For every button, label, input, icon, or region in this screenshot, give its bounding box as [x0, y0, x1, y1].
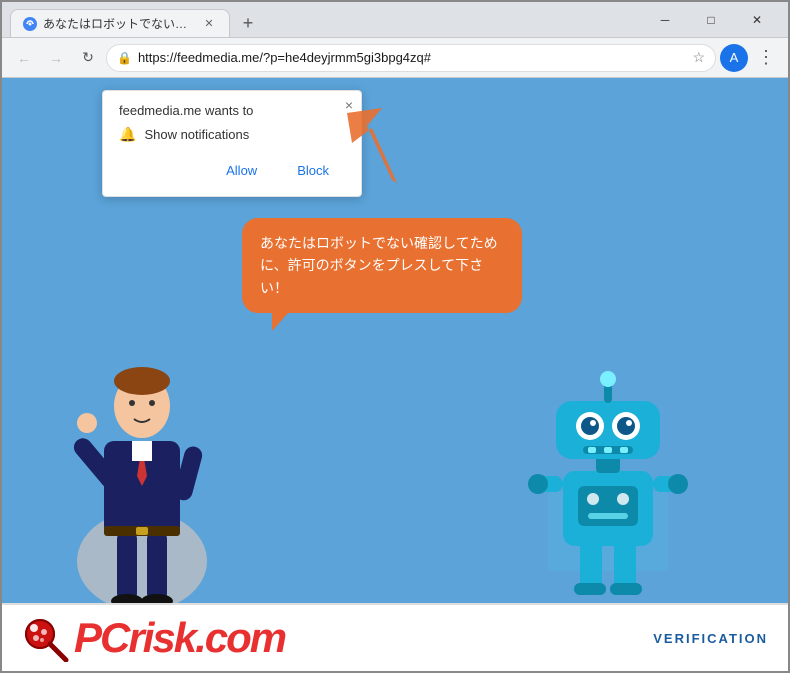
- verification-label: VERIFICATION: [653, 631, 768, 646]
- block-button[interactable]: Block: [281, 157, 345, 184]
- page-content: × feedmedia.me wants to 🔔 Show notificat…: [2, 78, 788, 671]
- robot-figure: [528, 371, 688, 591]
- profile-button[interactable]: A: [720, 44, 748, 72]
- maximize-button[interactable]: □: [688, 2, 734, 38]
- speech-bubble: あなたはロボットでない確認してために、許可のボタンをプレスして下さい！: [242, 218, 522, 313]
- allow-button[interactable]: Allow: [210, 157, 273, 184]
- tab-area: あなたはロボットでない確認してた◎ ✕ +: [10, 2, 630, 37]
- lock-icon: 🔒: [117, 51, 132, 65]
- speech-text: あなたはロボットでない確認してために、許可のボタンをプレスして下さい！: [260, 235, 498, 296]
- popup-notification-row: 🔔 Show notifications: [119, 126, 345, 143]
- bell-icon: 🔔: [119, 126, 136, 143]
- pcrisk-logo: PCrisk.com: [22, 614, 285, 662]
- pcrisk-brand-text: PCrisk.com: [74, 614, 285, 662]
- pcrisk-icon: [22, 614, 70, 662]
- pcrisk-pc: PC: [74, 614, 128, 661]
- omnibox[interactable]: 🔒 https://feedmedia.me/?p=he4deyjrmm5gi3…: [106, 44, 716, 72]
- new-tab-button[interactable]: +: [234, 9, 262, 37]
- browser-frame: あなたはロボットでない確認してた◎ ✕ + ─ □ ✕ ← → ↻ 🔒 http…: [0, 0, 790, 673]
- back-button[interactable]: ←: [10, 44, 38, 72]
- tab-close-button[interactable]: ✕: [201, 16, 217, 32]
- orange-arrow: [342, 108, 422, 203]
- bookmark-icon[interactable]: ☆: [692, 49, 705, 66]
- notification-popup: × feedmedia.me wants to 🔔 Show notificat…: [102, 90, 362, 197]
- chrome-menu-button[interactable]: ⋮: [752, 44, 780, 72]
- tab-title: あなたはロボットでない確認してた◎: [43, 15, 195, 32]
- tab-favicon: [23, 17, 37, 31]
- popup-notification-text: Show notifications: [144, 127, 249, 142]
- address-bar: ← → ↻ 🔒 https://feedmedia.me/?p=he4deyjr…: [2, 38, 788, 78]
- minimize-button[interactable]: ─: [642, 2, 688, 38]
- url-text: https://feedmedia.me/?p=he4deyjrmm5gi3bp…: [138, 50, 686, 65]
- title-bar: あなたはロボットでない確認してた◎ ✕ + ─ □ ✕: [2, 2, 788, 38]
- pcrisk-risk: risk: [128, 614, 195, 661]
- window-controls: ─ □ ✕: [642, 2, 780, 38]
- popup-buttons: Allow Block: [119, 157, 345, 184]
- refresh-button[interactable]: ↻: [74, 44, 102, 72]
- person-figure: [62, 341, 222, 601]
- active-tab[interactable]: あなたはロボットでない確認してた◎ ✕: [10, 9, 230, 37]
- pcrisk-bar: PCrisk.com VERIFICATION: [2, 603, 788, 671]
- close-button[interactable]: ✕: [734, 2, 780, 38]
- pcrisk-suffix: .com: [195, 614, 285, 661]
- popup-title: feedmedia.me wants to: [119, 103, 345, 118]
- forward-button[interactable]: →: [42, 44, 70, 72]
